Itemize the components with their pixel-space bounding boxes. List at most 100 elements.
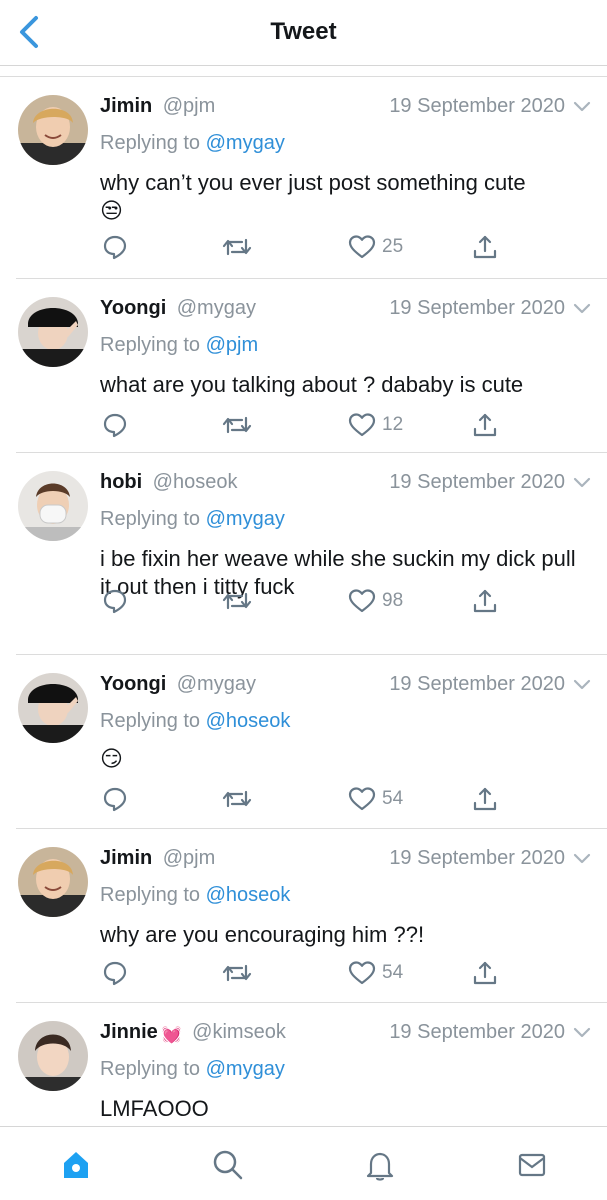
tweet-body: what are you talking about ? dababy is c… [100, 372, 524, 397]
reply-button[interactable] [102, 785, 128, 813]
chevron-down-icon[interactable] [573, 853, 591, 865]
share-button[interactable] [472, 587, 498, 615]
search-icon [213, 1150, 243, 1180]
replying-prefix: Replying to [100, 334, 201, 356]
mention-link[interactable]: @mygay [206, 1058, 285, 1080]
chevron-down-icon[interactable] [573, 679, 591, 691]
retweet-icon [222, 238, 252, 256]
like-button[interactable]: 54 [348, 959, 403, 987]
mention-link[interactable]: @pjm [206, 334, 259, 356]
reply-button[interactable] [102, 959, 128, 987]
mention-link[interactable]: @hoseok [206, 710, 291, 732]
reply-button[interactable] [102, 233, 128, 261]
share-icon [473, 413, 497, 437]
replying-prefix: Replying to [100, 710, 201, 732]
comment-icon [103, 413, 127, 438]
user-handle[interactable]: @mygay [177, 673, 256, 695]
tweet-body: LMFAOOO [100, 1096, 209, 1121]
replying-to: Replying to @mygay [100, 508, 285, 531]
comment-icon [103, 787, 127, 812]
like-button[interactable]: 54 [348, 785, 403, 813]
heart-icon [348, 413, 376, 437]
chevron-down-icon[interactable] [573, 477, 591, 489]
retweet-button[interactable] [222, 411, 252, 439]
avatar[interactable] [18, 847, 88, 917]
mention-link[interactable]: @mygay [206, 132, 285, 154]
user-handle[interactable]: @mygay [177, 297, 256, 319]
share-icon [473, 961, 497, 985]
avatar[interactable] [18, 471, 88, 541]
tweet[interactable]: Jimin @pjm 19 September 2020 Replying to… [16, 77, 607, 279]
mail-icon [518, 1153, 546, 1177]
tab-messages[interactable] [512, 1145, 552, 1185]
comment-icon [103, 235, 127, 260]
like-count: 54 [382, 788, 404, 809]
bell-icon [366, 1152, 394, 1181]
tweet[interactable]: Jinnie 💓 @kimseok 19 September 2020 Reply… [16, 1003, 607, 1126]
heart-icon [348, 961, 376, 985]
share-icon [473, 787, 497, 811]
retweet-icon [222, 416, 252, 434]
replying-to: Replying to @hoseok [100, 710, 290, 733]
replying-prefix: Replying to [100, 1058, 201, 1080]
share-icon [473, 589, 497, 613]
chevron-down-icon[interactable] [573, 303, 591, 315]
retweet-button[interactable] [222, 233, 252, 261]
user-handle[interactable]: @pjm [163, 95, 216, 117]
display-name[interactable]: Yoongi [100, 297, 166, 319]
reply-button[interactable] [102, 587, 128, 615]
retweet-button[interactable] [222, 785, 252, 813]
retweet-button[interactable] [222, 959, 252, 987]
user-handle[interactable]: @kimseok [192, 1021, 286, 1043]
bottom-tab-bar [0, 1126, 607, 1200]
display-name[interactable]: Jinnie [100, 1021, 158, 1043]
tweet-body: why can’t you ever just post something c… [100, 170, 526, 195]
share-button[interactable] [472, 959, 498, 987]
avatar[interactable] [18, 673, 88, 743]
retweet-button[interactable] [222, 587, 252, 615]
display-name[interactable]: Jimin [100, 847, 152, 869]
tweet-header: Jimin @pjm 19 September 2020 [100, 95, 591, 121]
tweet-text: why are you encouraging him ??! [100, 921, 583, 949]
tab-home[interactable] [56, 1145, 96, 1185]
display-name[interactable]: Yoongi [100, 673, 166, 695]
like-button[interactable]: 98 [348, 587, 403, 615]
like-count: 98 [382, 590, 404, 611]
share-icon [473, 235, 497, 259]
tweet[interactable]: Jimin @pjm 19 September 2020 Replying to… [16, 829, 607, 1003]
tweet[interactable]: Yoongi @mygay 19 September 2020 Replying… [16, 279, 607, 453]
tweet-text: 😏 [100, 745, 583, 773]
tweet[interactable]: hobi @hoseok 19 September 2020 Replying … [16, 453, 607, 655]
heart-icon [348, 235, 376, 259]
share-button[interactable] [472, 233, 498, 261]
tweet-header: Jimin @pjm 19 September 2020 [100, 847, 591, 873]
tab-search[interactable] [208, 1145, 248, 1185]
tweet-text: why can’t you ever just post something c… [100, 169, 583, 225]
mention-link[interactable]: @hoseok [206, 884, 291, 906]
reply-button[interactable] [102, 411, 128, 439]
avatar[interactable] [18, 297, 88, 367]
replying-prefix: Replying to [100, 132, 201, 154]
tweet-emoji: 😏 [100, 746, 123, 771]
avatar[interactable] [18, 95, 88, 165]
avatar[interactable] [18, 1021, 88, 1091]
tweet-actions: 54 [100, 959, 520, 987]
tweet[interactable]: Yoongi @mygay 19 September 2020 Replying… [16, 655, 607, 829]
mention-link[interactable]: @mygay [206, 508, 285, 530]
retweet-icon [222, 790, 252, 808]
like-button[interactable]: 12 [348, 411, 403, 439]
chevron-down-icon[interactable] [573, 101, 591, 113]
like-button[interactable]: 25 [348, 233, 403, 261]
share-button[interactable] [472, 785, 498, 813]
tab-notifications[interactable] [360, 1145, 400, 1185]
chevron-down-icon[interactable] [573, 1027, 591, 1039]
home-icon [64, 1152, 88, 1178]
share-button[interactable] [472, 411, 498, 439]
user-handle[interactable]: @pjm [163, 847, 216, 869]
tweet-text: what are you talking about ? dababy is c… [100, 371, 583, 399]
replying-to: Replying to @hoseok [100, 884, 290, 907]
display-name[interactable]: hobi [100, 471, 142, 493]
user-handle[interactable]: @hoseok [153, 471, 238, 493]
display-name[interactable]: Jimin [100, 95, 152, 117]
tweet-body: why are you encouraging him ??! [100, 922, 425, 947]
